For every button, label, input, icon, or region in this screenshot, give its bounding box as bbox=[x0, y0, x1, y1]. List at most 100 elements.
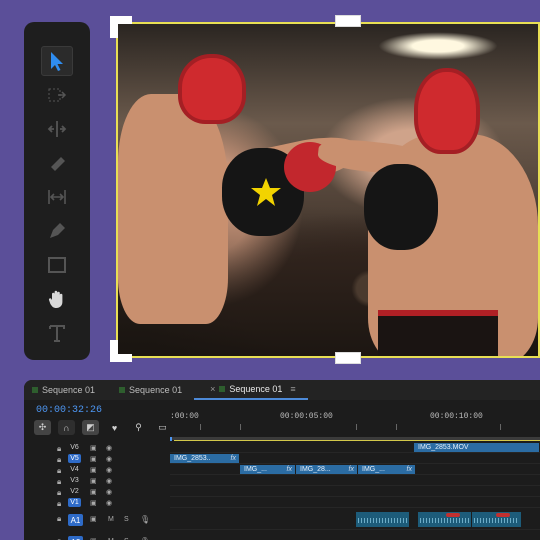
captions-icon[interactable]: ▭ bbox=[154, 420, 171, 435]
left-fighter-torso bbox=[118, 94, 228, 324]
track-header: 🔒︎ V2 ▣ ◉ bbox=[24, 486, 170, 497]
clip[interactable]: IMG_2853.. fx bbox=[170, 454, 240, 463]
playhead[interactable] bbox=[170, 437, 172, 441]
rectangle-tool[interactable] bbox=[41, 250, 73, 280]
lock-icon[interactable]: 🔒︎ bbox=[57, 536, 61, 540]
tools-panel bbox=[24, 22, 90, 360]
fx-badge: fx bbox=[406, 466, 412, 473]
audio-clip[interactable] bbox=[356, 512, 410, 527]
transform-handle-top-center[interactable] bbox=[335, 15, 361, 27]
type-tool[interactable] bbox=[41, 318, 73, 348]
track-lane[interactable] bbox=[170, 497, 540, 508]
microphone-icon[interactable]: 🎙︎ bbox=[140, 515, 150, 524]
slip-tool[interactable] bbox=[41, 182, 73, 212]
selection-tool[interactable] bbox=[41, 46, 73, 76]
playhead-timecode[interactable]: 00:00:32:26 bbox=[36, 405, 102, 416]
track-target-v4[interactable]: V4 bbox=[68, 465, 81, 474]
transform-handle-bottom-center[interactable] bbox=[335, 352, 361, 364]
fx-badge: fx bbox=[230, 455, 236, 462]
track-header: 🔒︎ V3 ▣ ◉ bbox=[24, 475, 170, 486]
track-select-forward-icon bbox=[48, 88, 67, 102]
add-marker-icon[interactable]: ♥ bbox=[106, 420, 123, 435]
track-target-a1[interactable]: A1 bbox=[68, 514, 83, 526]
clip-name: IMG_2853.. bbox=[174, 455, 211, 462]
eye-icon[interactable]: ◉ bbox=[106, 488, 112, 496]
sync-lock-icon[interactable]: ▣ bbox=[90, 455, 97, 463]
tab-sequence-01-active[interactable]: × Sequence 01 ≡ bbox=[194, 380, 308, 400]
right-fighter-shorts bbox=[378, 310, 498, 356]
fx-badge bbox=[496, 513, 510, 517]
audio-waveform bbox=[420, 518, 469, 523]
sequence-color-swatch bbox=[32, 387, 38, 393]
track-lane[interactable] bbox=[170, 508, 540, 530]
fx-badge: fx bbox=[348, 466, 354, 473]
timeline-settings-icon[interactable]: ⚲ bbox=[130, 420, 147, 435]
transform-handle-top-left[interactable] bbox=[110, 16, 132, 38]
eye-icon[interactable]: ◉ bbox=[106, 466, 112, 474]
eye-icon[interactable]: ◉ bbox=[106, 499, 112, 507]
eye-icon[interactable]: ◉ bbox=[106, 477, 112, 485]
track-lane[interactable] bbox=[170, 530, 540, 540]
transform-handle-bottom-left[interactable] bbox=[110, 340, 132, 362]
sequence-color-swatch bbox=[119, 387, 126, 393]
clip-name: IMG_2853.MOV bbox=[418, 444, 469, 451]
hand-icon bbox=[48, 290, 63, 308]
clip[interactable]: IMG_... fx bbox=[240, 465, 296, 474]
track-v2: 🔒︎ V2 ▣ ◉ bbox=[24, 486, 540, 497]
solo-button[interactable]: S bbox=[124, 516, 129, 523]
clip[interactable]: IMG_... fx bbox=[358, 465, 416, 474]
track-target-v1[interactable]: V1 bbox=[68, 498, 81, 507]
ruler-label-5s: 00:00:05:00 bbox=[280, 412, 333, 421]
hand-tool[interactable] bbox=[41, 284, 73, 314]
track-lane[interactable] bbox=[170, 475, 540, 486]
track-target-v5[interactable]: V5 bbox=[68, 454, 81, 463]
track-lane[interactable]: IMG_... fx IMG_28... fx IMG_... fx bbox=[170, 464, 540, 475]
track-lane[interactable]: IMG_2853.MOV bbox=[170, 442, 540, 453]
lock-icon[interactable]: 🔒︎ bbox=[57, 514, 61, 524]
track-lane[interactable]: IMG_2853.. fx bbox=[170, 453, 540, 464]
program-monitor-frame[interactable] bbox=[116, 22, 540, 358]
sync-lock-icon[interactable]: ▣ bbox=[90, 477, 97, 485]
clip[interactable]: IMG_2853.MOV bbox=[414, 443, 540, 452]
ripple-edit-tool[interactable] bbox=[41, 114, 73, 144]
clip-name: IMG_... bbox=[244, 466, 267, 473]
tab-sequence-01-b[interactable]: Sequence 01 bbox=[107, 380, 194, 400]
sync-lock-icon[interactable]: ▣ bbox=[90, 515, 97, 523]
eye-icon[interactable]: ◉ bbox=[106, 444, 112, 452]
razor-tool[interactable] bbox=[41, 148, 73, 178]
fx-badge: fx bbox=[286, 466, 292, 473]
track-v5: 🔒︎ V5 ▣ ◉ IMG_2853.. fx bbox=[24, 453, 540, 464]
panel-menu-icon[interactable]: ≡ bbox=[290, 384, 295, 394]
snap-icon[interactable]: ∩ bbox=[58, 420, 75, 435]
clip-name: IMG_... bbox=[362, 466, 385, 473]
track-target-a2[interactable]: A2 bbox=[68, 536, 83, 540]
audio-clip[interactable] bbox=[418, 512, 472, 527]
track-target-v3[interactable]: V3 bbox=[68, 476, 81, 485]
sync-lock-icon[interactable]: ▣ bbox=[90, 499, 97, 507]
sequence-color-swatch bbox=[219, 386, 226, 392]
track-header: 🔒︎ V1 ▣ ◉ bbox=[24, 497, 170, 508]
pen-tool[interactable] bbox=[41, 216, 73, 246]
ruler-tick bbox=[500, 424, 501, 430]
sync-lock-icon[interactable]: ▣ bbox=[90, 444, 97, 452]
close-icon[interactable]: × bbox=[210, 384, 215, 394]
track-target-v6[interactable]: V6 bbox=[68, 443, 81, 452]
eye-icon[interactable]: ◉ bbox=[106, 455, 112, 463]
linked-selection-icon[interactable]: ◩ bbox=[82, 420, 99, 435]
sync-lock-icon[interactable]: ▣ bbox=[90, 488, 97, 496]
track-select-forward-tool[interactable] bbox=[41, 80, 73, 110]
mute-button[interactable]: M bbox=[108, 516, 114, 523]
nest-sequence-icon[interactable]: ✣ bbox=[34, 420, 51, 435]
right-fighter-headgear bbox=[414, 68, 480, 154]
time-ruler[interactable]: :00:00 00:00:05:00 00:00:10:00 bbox=[170, 402, 540, 438]
right-fighter-black-glove bbox=[364, 164, 438, 250]
clip[interactable]: IMG_28... fx bbox=[296, 465, 358, 474]
audio-clip[interactable] bbox=[472, 512, 522, 527]
track-lane[interactable] bbox=[170, 486, 540, 497]
tab-sequence-01-a[interactable]: Sequence 01 bbox=[24, 380, 107, 400]
track-a2: 🔒︎ A2 ▣ M S 🎙︎ bbox=[24, 530, 540, 540]
sync-lock-icon[interactable]: ▣ bbox=[90, 466, 97, 474]
track-target-v2[interactable]: V2 bbox=[68, 487, 81, 496]
ruler-tick bbox=[356, 424, 357, 430]
left-fighter-headgear bbox=[178, 54, 246, 124]
